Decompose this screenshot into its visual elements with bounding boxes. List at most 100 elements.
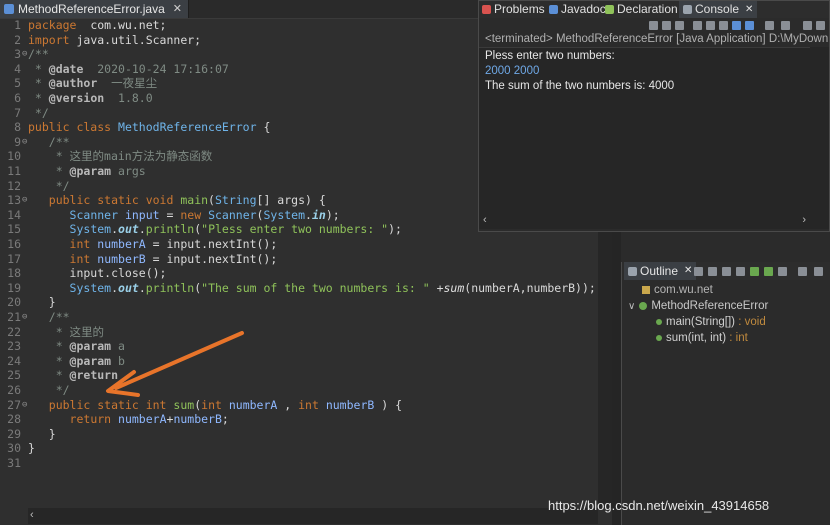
code-token: /**: [28, 47, 49, 62]
console-view: Problems Javadoc Declaration Console ✕ <…: [478, 0, 830, 232]
console-line: The sum of the two numbers is: 4000: [485, 80, 675, 92]
code-token: "The sum of the two numbers is: ": [201, 280, 430, 295]
close-icon[interactable]: ✕: [173, 0, 182, 18]
close-icon[interactable]: ✕: [745, 1, 753, 18]
console-status: <terminated> MethodReferenceError [Java …: [485, 33, 829, 45]
code-token: }: [28, 295, 56, 310]
remove-launch-icon[interactable]: [662, 21, 671, 30]
code-line[interactable]: 30}: [0, 441, 598, 456]
line-number: 8: [14, 120, 21, 135]
outline-item-class[interactable]: ∨ MethodReferenceError: [628, 300, 768, 312]
clear-console-icon[interactable]: [693, 21, 702, 30]
console-vertical-scrollbar[interactable]: [810, 47, 829, 229]
sort-icon[interactable]: [708, 267, 717, 276]
code-token: @date: [48, 61, 84, 76]
code-text: import java.util.Scanner;: [28, 33, 201, 48]
code-line[interactable]: 22 * 这里的: [0, 325, 598, 340]
code-text: public static int sum(int numberA , int …: [28, 398, 402, 413]
code-token: {: [256, 120, 271, 135]
scroll-right-icon[interactable]: ›: [802, 214, 806, 226]
tab-problems[interactable]: Problems: [482, 1, 545, 18]
show-on-output-icon[interactable]: [745, 21, 754, 30]
maximize-icon[interactable]: [814, 267, 823, 276]
code-token: public class: [28, 120, 112, 135]
tab-outline[interactable]: Outline ✕: [624, 262, 697, 280]
editor-horizontal-scrollbar[interactable]: ‹: [28, 508, 598, 524]
minimize-icon[interactable]: [798, 267, 807, 276]
console-line: Pless enter two numbers:: [485, 50, 615, 62]
code-text: return numberA+numberB;: [28, 412, 229, 427]
code-text: int numberB = input.nextInt();: [28, 252, 278, 267]
line-number: 5: [14, 76, 21, 91]
line-number: 27: [7, 397, 21, 412]
outline-item-method[interactable]: main(String[]) : void: [656, 316, 766, 328]
code-line[interactable]: 28 return numberA+numberB;: [0, 412, 598, 427]
code-token: .: [305, 207, 312, 222]
code-line[interactable]: 23 * @param a: [0, 339, 598, 354]
scroll-left-icon[interactable]: ‹: [30, 509, 34, 521]
code-token: import: [28, 32, 70, 47]
code-line[interactable]: 17 int numberB = input.nextInt();: [0, 252, 598, 267]
outline-item-package[interactable]: com.wu.net: [642, 284, 713, 296]
code-line[interactable]: 21 ⊖ /**: [0, 310, 598, 325]
tab-declaration[interactable]: Declaration: [605, 1, 678, 18]
console-horizontal-scrollbar[interactable]: ‹ ›: [479, 213, 810, 229]
tab-outline-label: Outline: [640, 264, 679, 278]
minimize-icon[interactable]: [803, 21, 812, 30]
code-token: 一夜星尘: [97, 76, 158, 91]
line-number: 9: [14, 134, 21, 149]
code-line[interactable]: 27 ⊖ public static int sum(int numberA , …: [0, 398, 598, 413]
outline-item-method[interactable]: sum(int, int) : int: [656, 332, 748, 344]
remove-all-icon[interactable]: [675, 21, 684, 30]
link-editor-icon[interactable]: [778, 267, 787, 276]
outline-item-label: MethodReferenceError: [651, 300, 769, 312]
terminate-icon[interactable]: [649, 21, 658, 30]
scroll-left-icon[interactable]: ‹: [483, 214, 487, 226]
maximize-icon[interactable]: [816, 21, 825, 30]
code-token: sum: [443, 280, 465, 295]
code-line[interactable]: 24 * @param b: [0, 354, 598, 369]
code-token: 2020-10-24 17:16:07: [83, 61, 229, 76]
scroll-lock-icon[interactable]: [706, 21, 715, 30]
editor-tab[interactable]: MethodReferenceError.java ✕: [0, 0, 189, 18]
code-token: com.wu.net;: [76, 18, 167, 32]
code-line[interactable]: 19 System.out.println("The sum of the tw…: [0, 281, 598, 296]
hide-static-icon[interactable]: [736, 267, 745, 276]
code-token: *: [28, 339, 70, 354]
code-token: out: [118, 280, 139, 295]
chevron-down-icon[interactable]: ∨: [628, 301, 635, 312]
code-line[interactable]: 29 }: [0, 427, 598, 442]
line-number: 1: [14, 18, 21, 32]
hide-fields-icon[interactable]: [722, 267, 731, 276]
code-line[interactable]: 16 int numberA = input.nextInt();: [0, 237, 598, 252]
open-console-icon[interactable]: [781, 21, 790, 30]
code-token: int: [69, 237, 91, 251]
close-icon[interactable]: ✕: [684, 262, 692, 280]
code-token: System: [69, 280, 112, 295]
pin-console-icon[interactable]: [732, 21, 741, 30]
code-text: System.out.println("The sum of the two n…: [28, 281, 596, 296]
code-line[interactable]: 20 }: [0, 295, 598, 310]
code-text: /**: [28, 310, 70, 325]
hide-local-types-icon[interactable]: [764, 267, 773, 276]
code-token: 1.8.0: [104, 91, 153, 105]
display-console-icon[interactable]: [765, 21, 774, 30]
console-tab-bar: Problems Javadoc Declaration Console ✕: [479, 1, 829, 18]
code-token: args: [111, 164, 146, 178]
word-wrap-icon[interactable]: [719, 21, 728, 30]
code-line[interactable]: 25 * @return: [0, 368, 598, 383]
console-output[interactable]: Pless enter two numbers: 2000 2000 The s…: [479, 47, 810, 214]
code-text: * @param a: [28, 339, 125, 354]
code-token: [] args) {: [256, 193, 326, 208]
code-line[interactable]: 26 */: [0, 383, 598, 398]
tab-javadoc[interactable]: Javadoc: [549, 1, 606, 18]
tab-console[interactable]: Console ✕: [679, 1, 758, 18]
code-line[interactable]: 18 input.close();: [0, 266, 598, 281]
code-line[interactable]: 31: [0, 456, 598, 471]
code-token: public static void: [48, 193, 174, 208]
code-token: out: [118, 222, 139, 237]
line-number: 13: [7, 193, 21, 208]
collapse-all-icon[interactable]: [694, 267, 703, 276]
hide-nonpublic-icon[interactable]: [750, 267, 759, 276]
line-number: 15: [7, 222, 21, 237]
